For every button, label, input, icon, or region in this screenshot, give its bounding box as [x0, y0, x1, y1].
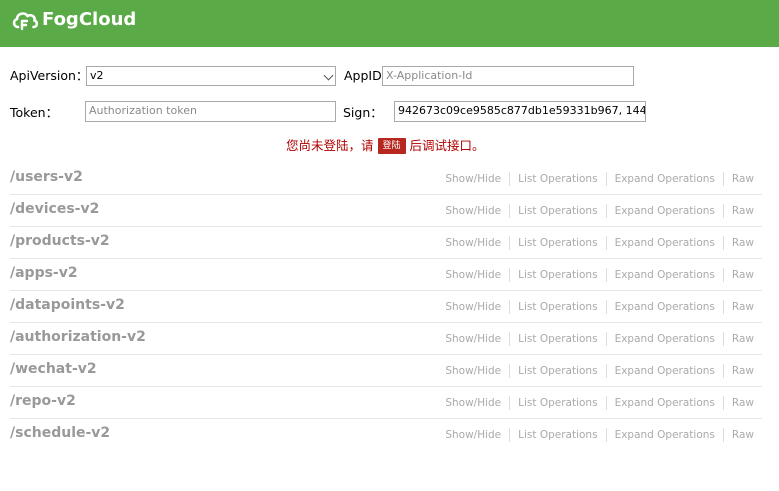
sign-value: 942673c09ce9585c877db1e59331b967, 144075…: [398, 104, 646, 117]
notice-prefix: 您尚未登陆，请: [286, 138, 374, 153]
show-hide-link[interactable]: Show/Hide: [445, 428, 511, 442]
show-hide-link[interactable]: Show/Hide: [445, 268, 511, 282]
operations-bar: Show/Hide List Operations Expand Operati…: [445, 268, 754, 282]
resource-path-link[interactable]: /apps-v2: [10, 264, 78, 282]
list-operations-link[interactable]: List Operations: [510, 332, 607, 346]
operations-bar: Show/Hide List Operations Expand Operati…: [445, 428, 754, 442]
resource-row: /products-v2 Show/Hide List Operations E…: [10, 227, 762, 259]
raw-link[interactable]: Raw: [724, 428, 754, 442]
top-header: FogCloud: [0, 0, 779, 47]
list-operations-link[interactable]: List Operations: [510, 364, 607, 378]
expand-operations-link[interactable]: Expand Operations: [607, 172, 724, 186]
sign-input[interactable]: 942673c09ce9585c877db1e59331b967, 144075…: [394, 101, 646, 122]
notice-suffix: 后调试接口。: [409, 138, 485, 153]
resource-row: /schedule-v2 Show/Hide List Operations E…: [10, 419, 762, 451]
resource-row: /wechat-v2 Show/Hide List Operations Exp…: [10, 355, 762, 387]
raw-link[interactable]: Raw: [724, 204, 754, 218]
resource-path-link[interactable]: /repo-v2: [10, 392, 76, 410]
resource-row: /apps-v2 Show/Hide List Operations Expan…: [10, 259, 762, 291]
list-operations-link[interactable]: List Operations: [510, 396, 607, 410]
token-placeholder: Authorization token: [89, 104, 197, 117]
list-operations-link[interactable]: List Operations: [510, 172, 607, 186]
show-hide-link[interactable]: Show/Hide: [445, 332, 511, 346]
resource-path-link[interactable]: /datapoints-v2: [10, 296, 125, 314]
operations-bar: Show/Hide List Operations Expand Operati…: [445, 204, 754, 218]
list-operations-link[interactable]: List Operations: [510, 300, 607, 314]
list-operations-link[interactable]: List Operations: [510, 236, 607, 250]
expand-operations-link[interactable]: Expand Operations: [607, 364, 724, 378]
operations-bar: Show/Hide List Operations Expand Operati…: [445, 172, 754, 186]
list-operations-link[interactable]: List Operations: [510, 428, 607, 442]
expand-operations-link[interactable]: Expand Operations: [607, 204, 724, 218]
expand-operations-link[interactable]: Expand Operations: [607, 300, 724, 314]
appid-label: AppID: [344, 68, 382, 83]
sign-label: Sign：: [343, 105, 383, 120]
show-hide-link[interactable]: Show/Hide: [445, 300, 511, 314]
expand-operations-link[interactable]: Expand Operations: [607, 236, 724, 250]
token-input[interactable]: Authorization token: [85, 101, 336, 122]
raw-link[interactable]: Raw: [724, 300, 754, 314]
api-version-label: ApiVersion：: [10, 68, 89, 83]
raw-link[interactable]: Raw: [724, 236, 754, 250]
raw-link[interactable]: Raw: [724, 396, 754, 410]
operations-bar: Show/Hide List Operations Expand Operati…: [445, 396, 754, 410]
resource-row: /datapoints-v2 Show/Hide List Operations…: [10, 291, 762, 323]
resource-path-link[interactable]: /devices-v2: [10, 200, 99, 218]
appid-input[interactable]: X-Application-Id: [382, 66, 634, 86]
expand-operations-link[interactable]: Expand Operations: [607, 268, 724, 282]
show-hide-link[interactable]: Show/Hide: [445, 204, 511, 218]
resource-path-link[interactable]: /schedule-v2: [10, 424, 110, 442]
show-hide-link[interactable]: Show/Hide: [445, 364, 511, 378]
resource-path-link[interactable]: /authorization-v2: [10, 328, 146, 346]
show-hide-link[interactable]: Show/Hide: [445, 396, 511, 410]
chevron-down-icon: [323, 70, 334, 81]
show-hide-link[interactable]: Show/Hide: [445, 172, 511, 186]
expand-operations-link[interactable]: Expand Operations: [607, 428, 724, 442]
operations-bar: Show/Hide List Operations Expand Operati…: [445, 236, 754, 250]
expand-operations-link[interactable]: Expand Operations: [607, 396, 724, 410]
operations-bar: Show/Hide List Operations Expand Operati…: [445, 332, 754, 346]
appid-placeholder: X-Application-Id: [386, 69, 473, 82]
operations-bar: Show/Hide List Operations Expand Operati…: [445, 364, 754, 378]
token-label: Token：: [10, 105, 59, 120]
raw-link[interactable]: Raw: [724, 332, 754, 346]
resource-path-link[interactable]: /products-v2: [10, 232, 110, 250]
operations-bar: Show/Hide List Operations Expand Operati…: [445, 300, 754, 314]
resource-row: /authorization-v2 Show/Hide List Operati…: [10, 323, 762, 355]
show-hide-link[interactable]: Show/Hide: [445, 236, 511, 250]
api-version-select[interactable]: v2: [86, 66, 336, 86]
api-version-value: v2: [90, 69, 104, 82]
list-operations-link[interactable]: List Operations: [510, 204, 607, 218]
resource-path-link[interactable]: /wechat-v2: [10, 360, 97, 378]
brand-name: FogCloud: [42, 9, 137, 30]
list-operations-link[interactable]: List Operations: [510, 268, 607, 282]
raw-link[interactable]: Raw: [724, 172, 754, 186]
resource-row: /users-v2 Show/Hide List Operations Expa…: [10, 163, 762, 195]
cloud-refresh-icon: [12, 12, 39, 31]
login-button[interactable]: 登陆: [377, 138, 406, 154]
resource-path-link[interactable]: /users-v2: [10, 168, 83, 186]
resource-row: /repo-v2 Show/Hide List Operations Expan…: [10, 387, 762, 419]
raw-link[interactable]: Raw: [724, 268, 754, 282]
resource-row: /devices-v2 Show/Hide List Operations Ex…: [10, 195, 762, 227]
login-notice: 您尚未登陆，请 登陆 后调试接口。: [286, 137, 485, 155]
expand-operations-link[interactable]: Expand Operations: [607, 332, 724, 346]
raw-link[interactable]: Raw: [724, 364, 754, 378]
